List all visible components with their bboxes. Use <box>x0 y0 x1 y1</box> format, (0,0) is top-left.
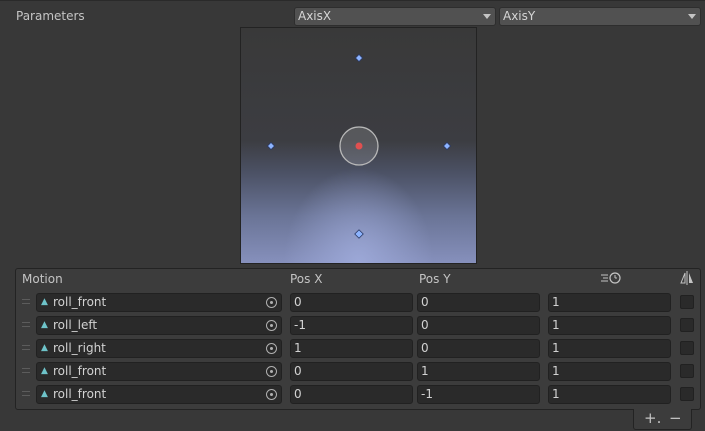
motion-point[interactable] <box>266 141 276 151</box>
x-parameter-value: AxisX <box>298 9 332 23</box>
parameters-label: Parameters <box>16 9 85 23</box>
mirror-checkbox[interactable] <box>680 341 694 355</box>
blend-space-canvas[interactable] <box>241 28 477 264</box>
motion-row: ▲ roll_front 0 1 1 <box>16 360 702 383</box>
clip-object-field[interactable]: ▲ roll_left <box>36 316 282 335</box>
mirror-checkbox[interactable] <box>680 387 694 401</box>
speed-field[interactable]: 1 <box>548 362 671 381</box>
pos-y-field[interactable]: 1 <box>417 362 540 381</box>
object-picker-icon[interactable] <box>266 297 277 308</box>
drag-handle-icon[interactable] <box>22 368 30 373</box>
pos-y-field[interactable]: -1 <box>417 385 540 404</box>
add-motion-button[interactable]: +. <box>644 410 661 427</box>
blend-space-graph[interactable] <box>240 27 477 264</box>
speed-field[interactable]: 1 <box>548 316 671 335</box>
clip-object-field[interactable]: ▲ roll_front <box>36 293 282 312</box>
pos-x-field[interactable]: 1 <box>290 339 413 358</box>
mirror-checkbox[interactable] <box>680 318 694 332</box>
motion-list-panel: Motion Pos X Pos Y ▲ roll_front 0 0 1 ▲ roll_l… <box>15 268 701 410</box>
speed-field[interactable]: 1 <box>548 385 671 404</box>
speed-field[interactable]: 1 <box>548 339 671 358</box>
speed-field[interactable]: 1 <box>548 293 671 312</box>
motion-row: ▲ roll_right 1 0 1 <box>16 337 702 360</box>
pos-x-field[interactable]: 0 <box>290 385 413 404</box>
motion-point[interactable] <box>442 141 452 151</box>
x-parameter-dropdown[interactable]: AxisX <box>294 7 496 26</box>
clip-name: roll_front <box>53 364 107 378</box>
top-divider <box>0 0 705 1</box>
clip-name: roll_front <box>53 387 107 401</box>
object-picker-icon[interactable] <box>266 343 277 354</box>
animation-clip-icon: ▲ <box>41 320 48 330</box>
pos-x-field[interactable]: 0 <box>290 293 413 312</box>
pos-x-field[interactable]: 0 <box>290 362 413 381</box>
motion-point[interactable] <box>354 53 364 63</box>
pos-y-field[interactable]: 0 <box>417 339 540 358</box>
animation-clip-icon: ▲ <box>41 343 48 353</box>
y-parameter-value: AxisY <box>503 9 536 23</box>
motion-row: ▲ roll_front 0 0 1 <box>16 291 702 314</box>
mirror-icon <box>680 271 694 288</box>
current-sample-point[interactable] <box>355 142 363 150</box>
remove-motion-button[interactable]: − <box>669 410 682 427</box>
drag-handle-icon[interactable] <box>22 299 30 304</box>
clip-name: roll_front <box>53 295 107 309</box>
header-motion: Motion <box>22 272 63 286</box>
clip-object-field[interactable]: ▲ roll_right <box>36 339 282 358</box>
dropdown-arrow-icon <box>483 14 491 19</box>
motion-row: ▲ roll_front 0 -1 1 <box>16 383 702 406</box>
y-parameter-dropdown[interactable]: AxisY <box>499 7 701 26</box>
clip-name: roll_right <box>53 341 106 355</box>
animation-clip-icon: ▲ <box>41 389 48 399</box>
clip-object-field[interactable]: ▲ roll_front <box>36 385 282 404</box>
mirror-checkbox[interactable] <box>680 295 694 309</box>
object-picker-icon[interactable] <box>266 320 277 331</box>
dropdown-arrow-icon <box>688 14 696 19</box>
drag-handle-icon[interactable] <box>22 322 30 327</box>
speed-clock-icon <box>600 271 622 288</box>
object-picker-icon[interactable] <box>266 366 277 377</box>
list-footer: +. − <box>633 409 692 430</box>
animation-clip-icon: ▲ <box>41 366 48 376</box>
header-pos-x: Pos X <box>290 272 323 286</box>
pos-x-field[interactable]: -1 <box>290 316 413 335</box>
pos-y-field[interactable]: 0 <box>417 293 540 312</box>
clip-name: roll_left <box>53 318 98 332</box>
animation-clip-icon: ▲ <box>41 297 48 307</box>
object-picker-icon[interactable] <box>266 389 277 400</box>
header-pos-y: Pos Y <box>419 272 451 286</box>
drag-handle-icon[interactable] <box>22 391 30 396</box>
mirror-checkbox[interactable] <box>680 364 694 378</box>
motion-point[interactable] <box>354 229 364 239</box>
drag-handle-icon[interactable] <box>22 345 30 350</box>
clip-object-field[interactable]: ▲ roll_front <box>36 362 282 381</box>
pos-y-field[interactable]: 0 <box>417 316 540 335</box>
motion-row: ▲ roll_left -1 0 1 <box>16 314 702 337</box>
